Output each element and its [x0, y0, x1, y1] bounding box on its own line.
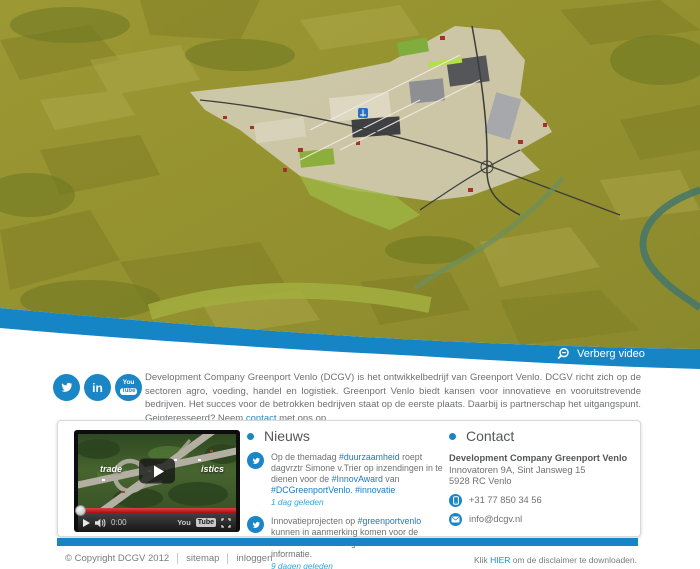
contact-heading: Contact — [466, 428, 514, 444]
volume-icon[interactable] — [95, 518, 106, 528]
disclaimer-text: Klik — [474, 555, 490, 565]
footer-nav: © Copyright DCGV 2012 sitemap inloggen — [65, 553, 272, 564]
video-controls: 0:00 You Tube — [78, 513, 236, 532]
address-line-1: Innovatoren 9A, Sint Jansweg 15 — [449, 465, 634, 477]
youtube-player: trade istics 0:00 You Tube — [74, 430, 240, 532]
email-icon — [449, 513, 462, 526]
tweet-text: kunnen in aanmerking komen voor de — [271, 527, 418, 537]
youtube-button[interactable]: You Tube — [115, 374, 142, 401]
news-bullet-icon — [247, 433, 254, 440]
news-heading: Nieuws — [264, 428, 310, 444]
intro-paragraph: Development Company Greenport Venlo (DCG… — [145, 371, 641, 425]
zoom-out-icon — [556, 347, 570, 361]
tweet-text: van — [383, 474, 400, 484]
tweet-text: Op de themadag — [271, 452, 339, 462]
hashtag-link[interactable]: #duurzaamheid — [339, 452, 400, 462]
progress-scrubber[interactable] — [75, 505, 86, 516]
youtube-icon: You — [123, 380, 135, 387]
content-card: trade istics 0:00 You Tube — [57, 420, 641, 537]
disclaimer-note: Klik HIER om de disclaimer te downloaden… — [474, 555, 637, 565]
hashtag-link[interactable]: #DCGreenportVenlo — [271, 485, 350, 495]
tweet-twitter-button[interactable] — [247, 452, 264, 469]
play-overlay-button[interactable] — [139, 459, 175, 484]
play-icon — [154, 465, 164, 477]
hashtag-link[interactable]: #greenportvenlo — [358, 516, 422, 526]
tweet-item: Op de themadag #duurzaamheid roept dagvr… — [247, 452, 453, 508]
highway-shield-marker — [358, 108, 368, 118]
twitter-button[interactable] — [53, 374, 80, 401]
social-links: in You Tube — [53, 374, 142, 401]
tweet-text: Innovatieprojecten op — [271, 516, 358, 526]
sitemap-link[interactable]: sitemap — [186, 553, 219, 564]
footer-divider — [227, 553, 228, 564]
page: Verberg video in You Tube Development Co… — [0, 0, 700, 569]
phone-icon — [449, 494, 462, 507]
contact-section: Contact Development Company Greenport Ve… — [449, 428, 634, 526]
disclaimer-text: om de disclaimer te downloaden. — [510, 555, 637, 565]
hashtag-link[interactable]: #innovatie — [355, 485, 395, 495]
copyright-text: © Copyright DCGV 2012 — [65, 553, 169, 564]
hero-video-still[interactable]: Verberg video — [0, 0, 700, 370]
disclaimer-download-link[interactable]: HIER — [490, 555, 510, 565]
tweet-timestamp[interactable]: 9 dagen geleden — [271, 561, 449, 569]
fullscreen-icon[interactable] — [221, 518, 231, 528]
linkedin-button[interactable]: in — [84, 374, 111, 401]
twitter-icon — [251, 520, 261, 530]
hashtag-link[interactable]: #InnovAward — [332, 474, 383, 484]
video-progress-bar[interactable] — [78, 508, 236, 513]
youtube-logo[interactable]: You — [177, 518, 191, 527]
hide-video-button[interactable]: Verberg video — [556, 345, 645, 363]
footer-divider — [177, 553, 178, 564]
linkedin-icon: in — [92, 382, 103, 394]
email-address-link[interactable]: info@dcgv.nl — [469, 514, 522, 524]
aerial-map-image — [0, 0, 700, 370]
overlay-text-trade: trade — [100, 464, 122, 474]
video-time: 0:00 — [111, 518, 127, 527]
intro-text-1: Development Company Greenport Venlo (DCG… — [145, 372, 641, 424]
video-thumbnail[interactable]: trade istics — [78, 434, 236, 508]
company-name: Development Company Greenport Venlo — [449, 453, 634, 465]
login-link[interactable]: inloggen — [236, 553, 272, 564]
player-play-button[interactable] — [83, 519, 90, 527]
overlay-text-istics: istics — [201, 464, 224, 474]
phone-number: +31 77 850 34 56 — [469, 495, 542, 505]
news-section: Nieuws Op de themadag #duurzaamheid roep… — [247, 428, 453, 569]
tweet-timestamp[interactable]: 1 dag geleden — [271, 497, 449, 508]
contact-bullet-icon — [449, 433, 456, 440]
twitter-icon — [251, 456, 261, 466]
address-line-2: 5928 RC Venlo — [449, 476, 634, 488]
footer-blue-bar — [57, 538, 638, 546]
twitter-icon — [59, 380, 74, 395]
tweet-twitter-button[interactable] — [247, 516, 264, 533]
hide-video-label: Verberg video — [577, 348, 645, 360]
